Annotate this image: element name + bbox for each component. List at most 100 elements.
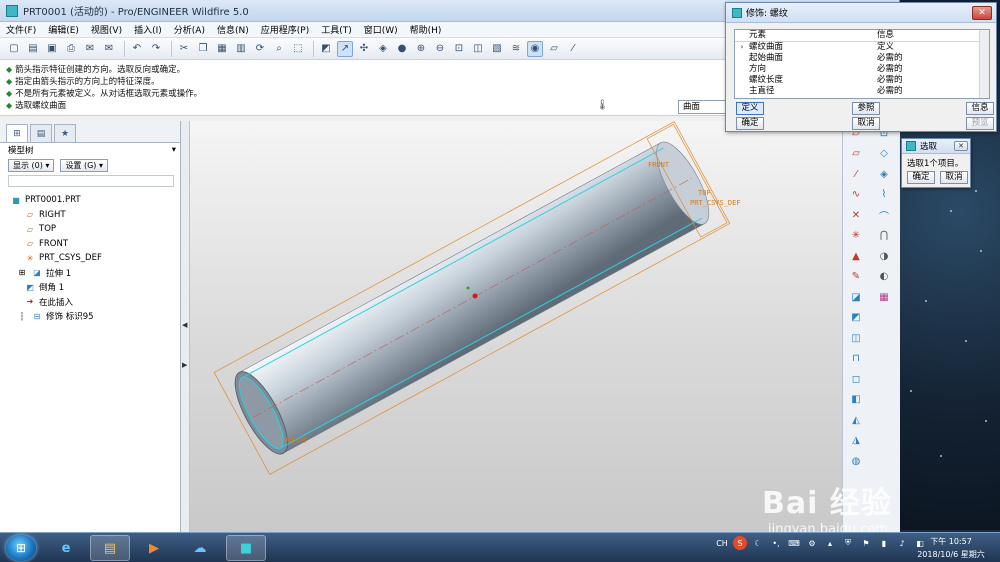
reference-button[interactable]: 参照 [852,102,880,115]
display-button[interactable]: 显示 (0) ▾ [8,158,55,172]
pattern-tool-icon[interactable]: ⌒ [876,207,892,223]
datum-planes-icon[interactable]: ▱ [546,41,562,57]
tree-item[interactable]: ■ PRT0001.PRT [10,193,180,208]
settings-button[interactable]: 设置 (G) ▾ [60,158,108,172]
redo-icon[interactable]: ↷ [148,41,164,57]
explorer-icon[interactable]: ▤ [90,535,130,561]
menu-help[interactable]: 帮助(H) [410,23,442,36]
cut-icon[interactable]: ✂ [176,41,192,57]
table-scrollbar[interactable] [979,30,989,98]
trim-tool-icon[interactable]: ⌇ [876,187,892,203]
ime-indicator[interactable]: CH [715,536,729,550]
copy-icon[interactable]: ❐ [195,41,211,57]
orient-icon[interactable]: ↗ [337,40,353,57]
paste-special-icon[interactable]: ▥ [233,41,249,57]
email-link-icon[interactable]: ✉ [101,41,117,57]
datum-point-tool-icon[interactable]: ✕ [848,207,864,223]
table-row[interactable]: › 螺纹曲面 定义 [735,42,989,53]
rib-tool-icon[interactable]: ◭ [848,412,864,428]
menu-view[interactable]: 视图(V) [91,23,122,36]
collapse-left-icon[interactable]: ◀ [182,321,187,329]
folder-browser-tab-icon[interactable]: ▤ [30,124,52,142]
tree-item[interactable]: ▱ TOP [10,222,180,237]
define-button[interactable]: 定义 [736,102,764,115]
model-tree-tab-icon[interactable]: ⊞ [6,124,28,142]
tree-item[interactable]: ⊞ ◪ 拉伸 1 [10,266,180,281]
email-icon[interactable]: ✉ [82,41,98,57]
table-row[interactable]: 主直径 必需的 [735,86,989,97]
cancel-button[interactable]: 取消 [852,117,880,130]
expand-right-icon[interactable]: ▶ [182,361,187,369]
proe-taskbar-icon[interactable]: ■ [226,535,266,561]
hole-tool-icon[interactable]: ◻ [848,371,864,387]
keyboard-icon[interactable]: ⌨ [787,536,801,550]
menu-analysis[interactable]: 分析(A) [174,23,205,36]
reorient-icon[interactable]: ◫ [470,41,486,57]
network-icon[interactable]: ▮ [877,536,891,550]
start-button[interactable]: ⊞ [6,535,36,561]
tree-item[interactable]: ▱ RIGHT [10,208,180,223]
flag-icon[interactable]: ⚑ [859,536,873,550]
cloud-app-icon[interactable]: ☁ [180,535,220,561]
extrude-tool-icon[interactable]: ◪ [848,289,864,305]
menu-insert[interactable]: 插入(I) [134,23,162,36]
tree-item[interactable]: ◩ 倒角 1 [10,280,180,295]
zoom-out-icon[interactable]: ⊖ [432,41,448,57]
draft-tool-icon[interactable]: ◮ [848,433,864,449]
up-arrow-icon[interactable]: ▴ [823,536,837,550]
thicken-tool-icon[interactable]: ◐ [876,269,892,285]
datum-plane-tool-icon[interactable]: ▱ [848,146,864,162]
sogou-icon[interactable]: S [733,536,747,550]
menu-window[interactable]: 窗口(W) [364,23,398,36]
save-icon[interactable]: ▣ [44,41,60,57]
table-row[interactable]: 起始曲面 必需的 [735,53,989,64]
undo-icon[interactable]: ↶ [129,41,145,57]
menu-info[interactable]: 信息(N) [217,23,249,36]
table-row[interactable]: 螺纹长度 必需的 [735,75,989,86]
select-ok-button[interactable]: 确定 [907,171,935,184]
menu-edit[interactable]: 编辑(E) [48,23,79,36]
datum-axis-tool-icon[interactable]: ⁄ [848,166,864,182]
select-cancel-button[interactable]: 取消 [940,171,968,184]
datum-axes-icon[interactable]: ⁄ [565,41,581,57]
sweep-tool-icon[interactable]: ◫ [848,330,864,346]
close-icon[interactable]: ✕ [954,141,968,151]
merge-tool-icon[interactable]: ◈ [876,166,892,182]
layers-icon[interactable]: ≋ [508,41,524,57]
shading-icon[interactable]: ● [394,41,410,57]
shell-tool-icon[interactable]: ◧ [848,392,864,408]
settings-icon[interactable]: ⚙ [805,536,819,550]
datum-curve-tool-icon[interactable]: ∿ [848,187,864,203]
tree-item[interactable]: ➜ 在此插入 [10,295,180,310]
saved-views-icon[interactable]: ◈ [375,41,391,57]
find-icon[interactable]: ⌕ [271,41,287,57]
zoom-in-icon[interactable]: ⊕ [413,41,429,57]
tree-item[interactable]: ✳ PRT_CSYS_DEF [10,251,180,266]
mirror-tool-icon[interactable]: ◇ [876,146,892,162]
chevron-down-icon[interactable]: ▾ [172,145,176,155]
revolve-tool-icon[interactable]: ◩ [848,310,864,326]
moon-icon[interactable]: ☾ [751,536,765,550]
expand-icon[interactable]: ⊞ [16,268,28,277]
sketch-tool-icon[interactable]: ✎ [848,269,864,285]
paste-icon[interactable]: ▦ [214,41,230,57]
graphics-window[interactable]: FRONT TOP PRT_CSYS_DEF RIGHT [190,121,842,532]
analysis-tool-icon[interactable]: ▲ [848,248,864,264]
new-icon[interactable]: ▢ [6,41,22,57]
open-icon[interactable]: ▤ [25,41,41,57]
shield-icon[interactable]: ⛨ [841,536,855,550]
clock[interactable]: 下午 10:57 2018/10/6 星期六 [912,535,990,561]
panel-splitter[interactable]: ◀ ▶ [181,121,190,532]
table-row[interactable]: 方向 必需的 [735,64,989,75]
extend-tool-icon[interactable]: ⋂ [876,228,892,244]
regenerate-icon[interactable]: ⟳ [252,41,268,57]
offset-tool-icon[interactable]: ◑ [876,248,892,264]
menu-file[interactable]: 文件(F) [6,23,36,36]
select-box-icon[interactable]: ⬚ [290,41,306,57]
info-button[interactable]: 信息 [966,102,994,115]
csys-tool-icon[interactable]: ✳ [848,228,864,244]
close-icon[interactable]: ✕ [972,6,992,20]
display-style-icon[interactable]: ◉ [527,40,543,57]
punctuation-icon[interactable]: •, [769,536,783,550]
preview-button[interactable]: 预览 [966,117,994,130]
